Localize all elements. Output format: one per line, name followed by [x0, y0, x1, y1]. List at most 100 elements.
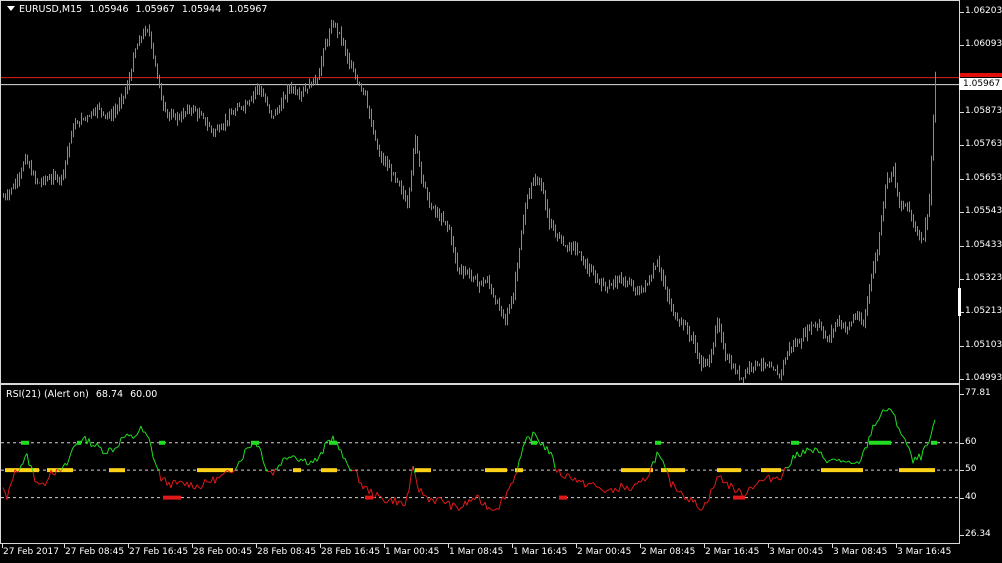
rsi-line-segment: [68, 452, 72, 460]
rsi-line-segment: [588, 482, 592, 485]
price-chart-canvas[interactable]: [1, 1, 959, 383]
rsi-line-segment: [676, 490, 680, 493]
high-value: 1.05967: [135, 4, 175, 15]
rsi-line-segment: [578, 479, 582, 483]
rsi-line-segment: [210, 476, 214, 483]
rsi-line-segment: [438, 496, 442, 499]
rsi-line-segment: [344, 458, 348, 464]
rsi-line-segment: [738, 488, 742, 493]
rsi-line-segment: [312, 457, 316, 464]
rsi-line-segment: [714, 476, 718, 486]
rsi-line-segment: [280, 458, 284, 466]
rsi-line-segment: [728, 482, 732, 490]
rsi-line-segment: [40, 482, 44, 485]
rsi-line-segment: [920, 449, 924, 461]
rsi-line-segment: [428, 497, 432, 503]
ask-price-tag: [960, 73, 1002, 77]
time-axis-label: 28 Feb 16:45: [321, 547, 381, 557]
rsi-canvas[interactable]: [1, 385, 959, 543]
price-axis-tick: [960, 212, 964, 214]
rsi-line-segment: [146, 435, 150, 439]
rsi-line-segment: [922, 445, 926, 451]
rsi-line-segment: [62, 463, 66, 467]
price-axis-tick: [960, 278, 964, 280]
price-axis[interactable]: 1.06203 1.06093 1.05873 1.05763 1.05653 1.055…: [960, 0, 1002, 384]
rsi-axis[interactable]: 77.81 60 50 40 26.34: [960, 384, 1002, 544]
rsi-line-segment: [640, 477, 644, 483]
rsi-line-segment: [96, 442, 100, 448]
rsi-line-segment: [476, 494, 480, 497]
rsi-line-segment: [122, 436, 126, 439]
rsi-line-segment: [490, 508, 494, 511]
rsi-line-segment: [542, 443, 546, 451]
rsi-line-segment: [414, 473, 418, 485]
rsi-line-segment: [814, 447, 818, 450]
price-axis-tick: [960, 379, 964, 380]
price-axis-label: 1.04993: [965, 373, 1002, 383]
rsi-line-segment: [264, 466, 268, 472]
chart-window[interactable]: EURUSD,M15 1.05946 1.05967 1.05944 1.059…: [0, 0, 1002, 563]
rsi-line-segment: [846, 460, 850, 463]
rsi-line-segment: [112, 447, 116, 453]
rsi-line-segment: [840, 460, 844, 463]
rsi-line-segment: [902, 436, 906, 440]
rsi-line-segment: [600, 488, 604, 492]
rsi-line-segment: [404, 495, 408, 506]
rsi-line-segment: [2, 487, 6, 493]
time-axis-label: 28 Feb 08:45: [257, 547, 317, 557]
rsi-line-segment: [678, 490, 682, 493]
rsi-line-segment: [598, 486, 602, 490]
rsi-line-segment: [444, 501, 448, 505]
rsi-line-segment: [74, 443, 78, 446]
rsi-line-segment: [186, 481, 190, 488]
rsi-line-segment: [484, 502, 488, 510]
rsi-line-segment: [582, 480, 586, 488]
rsi-line-segment: [394, 497, 398, 506]
triangle-down-icon[interactable]: [7, 6, 15, 11]
rsi-line-segment: [788, 463, 792, 468]
rsi-line-segment: [566, 473, 570, 475]
rsi-line-segment: [656, 451, 660, 456]
rsi-line-segment: [618, 482, 622, 492]
rsi-level: 60.00: [130, 389, 158, 400]
rsi-line-segment: [44, 481, 48, 487]
rsi-line-segment: [240, 458, 244, 462]
rsi-line-segment: [176, 481, 180, 485]
rsi-line-segment: [674, 486, 678, 492]
rsi-line-segment: [770, 477, 774, 483]
rsi-line-segment: [794, 451, 798, 459]
rsi-line-segment: [216, 476, 220, 479]
chart-shift-marker[interactable]: [958, 288, 961, 316]
rsi-value: 68.74: [95, 389, 124, 400]
rsi-line-segment: [720, 475, 724, 484]
rsi-line-segment: [116, 445, 120, 449]
rsi-line-segment: [646, 475, 650, 479]
rsi-line-segment: [546, 446, 550, 455]
rsi-line-segment: [478, 496, 482, 505]
rsi-line-segment: [380, 496, 384, 501]
chart-header: EURUSD,M15 1.05946 1.05967 1.05944 1.059…: [7, 4, 271, 15]
time-axis-label: 27 Feb 08:45: [65, 547, 125, 557]
rsi-indicator-pane[interactable]: RSI(21) (Alert on) 68.74 60.00: [0, 384, 960, 544]
rsi-line-segment: [590, 481, 594, 485]
rsi-line-segment: [260, 450, 264, 462]
rsi-line-segment: [458, 507, 462, 511]
rsi-line-segment: [206, 481, 210, 483]
rsi-line-segment: [22, 456, 26, 464]
rsi-line-segment: [890, 409, 894, 414]
price-chart-pane[interactable]: EURUSD,M15 1.05946 1.05967 1.05944 1.059…: [0, 0, 960, 384]
rsi-line-segment: [532, 431, 536, 434]
rsi-line-segment: [568, 474, 572, 479]
rsi-line-segment: [828, 459, 832, 462]
rsi-line-segment: [212, 476, 216, 484]
rsi-line-segment: [164, 477, 168, 486]
rsi-axis-tick: [960, 394, 964, 395]
rsi-line-segment: [668, 476, 672, 488]
rsi-line-segment: [296, 459, 300, 462]
rsi-line-segment: [222, 472, 226, 475]
time-axis[interactable]: 27 Feb 2017 27 Feb 08:45 27 Feb 16:45 28 Fe…: [0, 544, 960, 563]
rsi-line-segment: [744, 492, 748, 497]
rsi-line-segment: [360, 482, 364, 490]
open-value: 1.05946: [89, 4, 129, 15]
rsi-line-segment: [66, 459, 70, 466]
